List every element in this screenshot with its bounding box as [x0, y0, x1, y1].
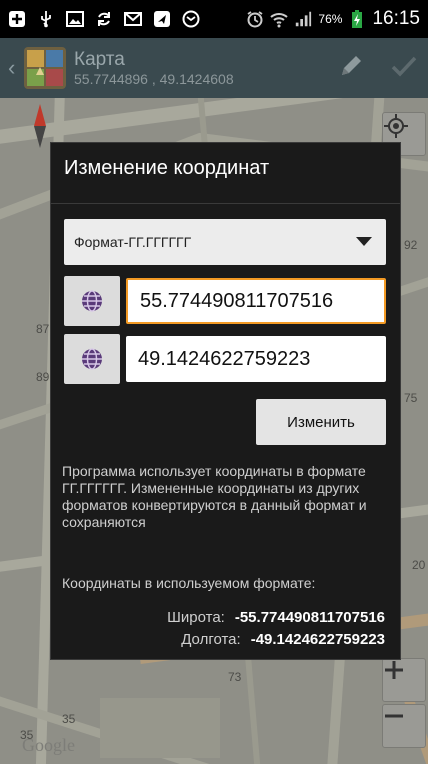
longitude-globe-button[interactable] [64, 334, 120, 384]
latitude-row: Широта: -55.774490811707516 [167, 609, 385, 626]
latitude-globe-button[interactable] [64, 276, 120, 326]
signal-icon [294, 10, 312, 28]
dropdown-arrow-icon [356, 237, 372, 246]
alarm-icon [246, 10, 264, 28]
map-label: 87 [36, 322, 50, 336]
back-chevron-icon[interactable]: ‹ [8, 55, 22, 81]
change-button[interactable]: Изменить [256, 399, 386, 445]
map-label: 35 [62, 712, 76, 726]
action-bar: ‹ Карта 55.7744896 , 49.1424608 [0, 38, 428, 98]
usb-icon [37, 10, 55, 28]
latitude-input-value: 55.774490811707516 [140, 289, 334, 312]
locate-icon [384, 114, 408, 138]
format-info-text: Программа использует координаты в формат… [62, 463, 367, 530]
battery-charging-icon [348, 10, 366, 28]
latitude-label: Широта: [167, 609, 225, 626]
map-label: 92 [404, 238, 418, 252]
wifi-icon [270, 10, 289, 28]
navigation-icon [153, 10, 171, 28]
current-coordinates: 55.7744896 , 49.1424608 [74, 70, 234, 87]
clock: 16:15 [372, 8, 420, 29]
edit-coordinates-dialog: Изменение координат Формат-ГГ.ГГГГГГ 55.… [50, 142, 401, 660]
add-notification-icon [8, 10, 26, 28]
minus-icon [385, 714, 403, 718]
zoom-out-button[interactable] [382, 704, 426, 748]
format-select[interactable]: Формат-ГГ.ГГГГГГ [64, 219, 386, 265]
zoom-in-button[interactable] [382, 658, 426, 702]
map-attribution: Google [22, 735, 75, 755]
map-label: 89 [36, 370, 50, 384]
sync-icon [95, 10, 113, 28]
screen-title: Карта [74, 48, 125, 70]
image-icon [66, 10, 84, 28]
format-select-value: Формат-ГГ.ГГГГГГ [74, 234, 192, 250]
globe-icon [82, 348, 102, 370]
longitude-value: -49.1424622759223 [250, 631, 385, 648]
longitude-input[interactable]: 49.1424622759223 [126, 336, 386, 382]
dialog-title: Изменение координат [64, 157, 270, 179]
plus-icon [385, 661, 403, 679]
globe-icon [82, 290, 102, 312]
email-at-icon [182, 10, 200, 28]
battery-percent: 76% [318, 12, 343, 26]
app-logo-icon[interactable] [24, 47, 66, 89]
status-bar: 76% 16:15 [0, 0, 428, 38]
current-format-label: Координаты в используемом формате: [62, 575, 316, 591]
latitude-value: -55.774490811707516 [234, 609, 385, 626]
confirm-check-icon[interactable] [390, 52, 418, 85]
edit-pencil-icon[interactable] [338, 53, 364, 84]
longitude-label: Долгота: [181, 631, 241, 648]
map-label: 73 [228, 670, 242, 684]
mail-icon [124, 10, 142, 28]
map-label: 75 [404, 391, 418, 405]
dialog-divider [51, 203, 400, 204]
longitude-input-value: 49.1424622759223 [138, 347, 311, 370]
map-label: 20 [412, 558, 426, 572]
longitude-row: Долгота: -49.1424622759223 [181, 631, 385, 648]
latitude-input[interactable]: 55.774490811707516 [126, 278, 386, 324]
